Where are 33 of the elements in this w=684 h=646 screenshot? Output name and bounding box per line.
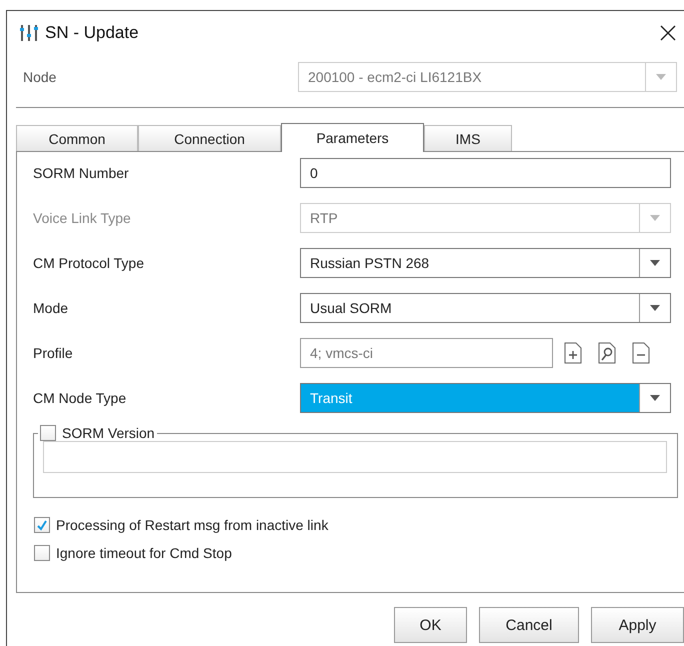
caret-icon[interactable] [650,305,660,311]
field-label: Mode [33,300,70,316]
tab[interactable]: Connection [138,125,281,151]
search-document-icon[interactable] [598,342,616,364]
dialog-button[interactable]: OK [394,607,467,643]
dialog-button[interactable]: Cancel [479,607,579,643]
field-label: CM Node Type [33,390,128,406]
remove-document-icon[interactable] [632,342,650,364]
field-label: Node [23,69,58,85]
checkbox[interactable] [34,517,50,533]
field-label: CM Protocol Type [33,255,146,271]
close-icon[interactable] [660,25,676,41]
tab[interactable]: Common [16,125,138,151]
dropdown[interactable]: Russian PSTN 268 [300,248,671,278]
checkbox[interactable] [34,545,50,561]
tab[interactable]: IMS [424,125,512,151]
sliders-icon [19,23,39,43]
caret-icon[interactable] [650,260,660,266]
field-label: SORM Number [33,165,130,181]
field-label: Profile [33,345,74,361]
input-field[interactable] [43,441,667,473]
dropdown[interactable]: Usual SORM [300,293,671,323]
checkbox[interactable] [40,425,56,441]
checkbox-label: Processing of Restart msg from inactive link [56,517,328,533]
checkbox-label: Ignore timeout for Cmd Stop [56,545,232,561]
add-document-icon[interactable] [564,342,582,364]
checkbox-label: SORM Version [62,425,155,441]
input-field[interactable]: 0 [300,158,671,188]
window-title: SN - Update [45,23,139,43]
tab[interactable]: Parameters [281,123,424,152]
caret-icon[interactable] [650,395,660,401]
field-label: Voice Link Type [33,210,132,226]
dialog-button[interactable]: Apply [591,607,684,643]
